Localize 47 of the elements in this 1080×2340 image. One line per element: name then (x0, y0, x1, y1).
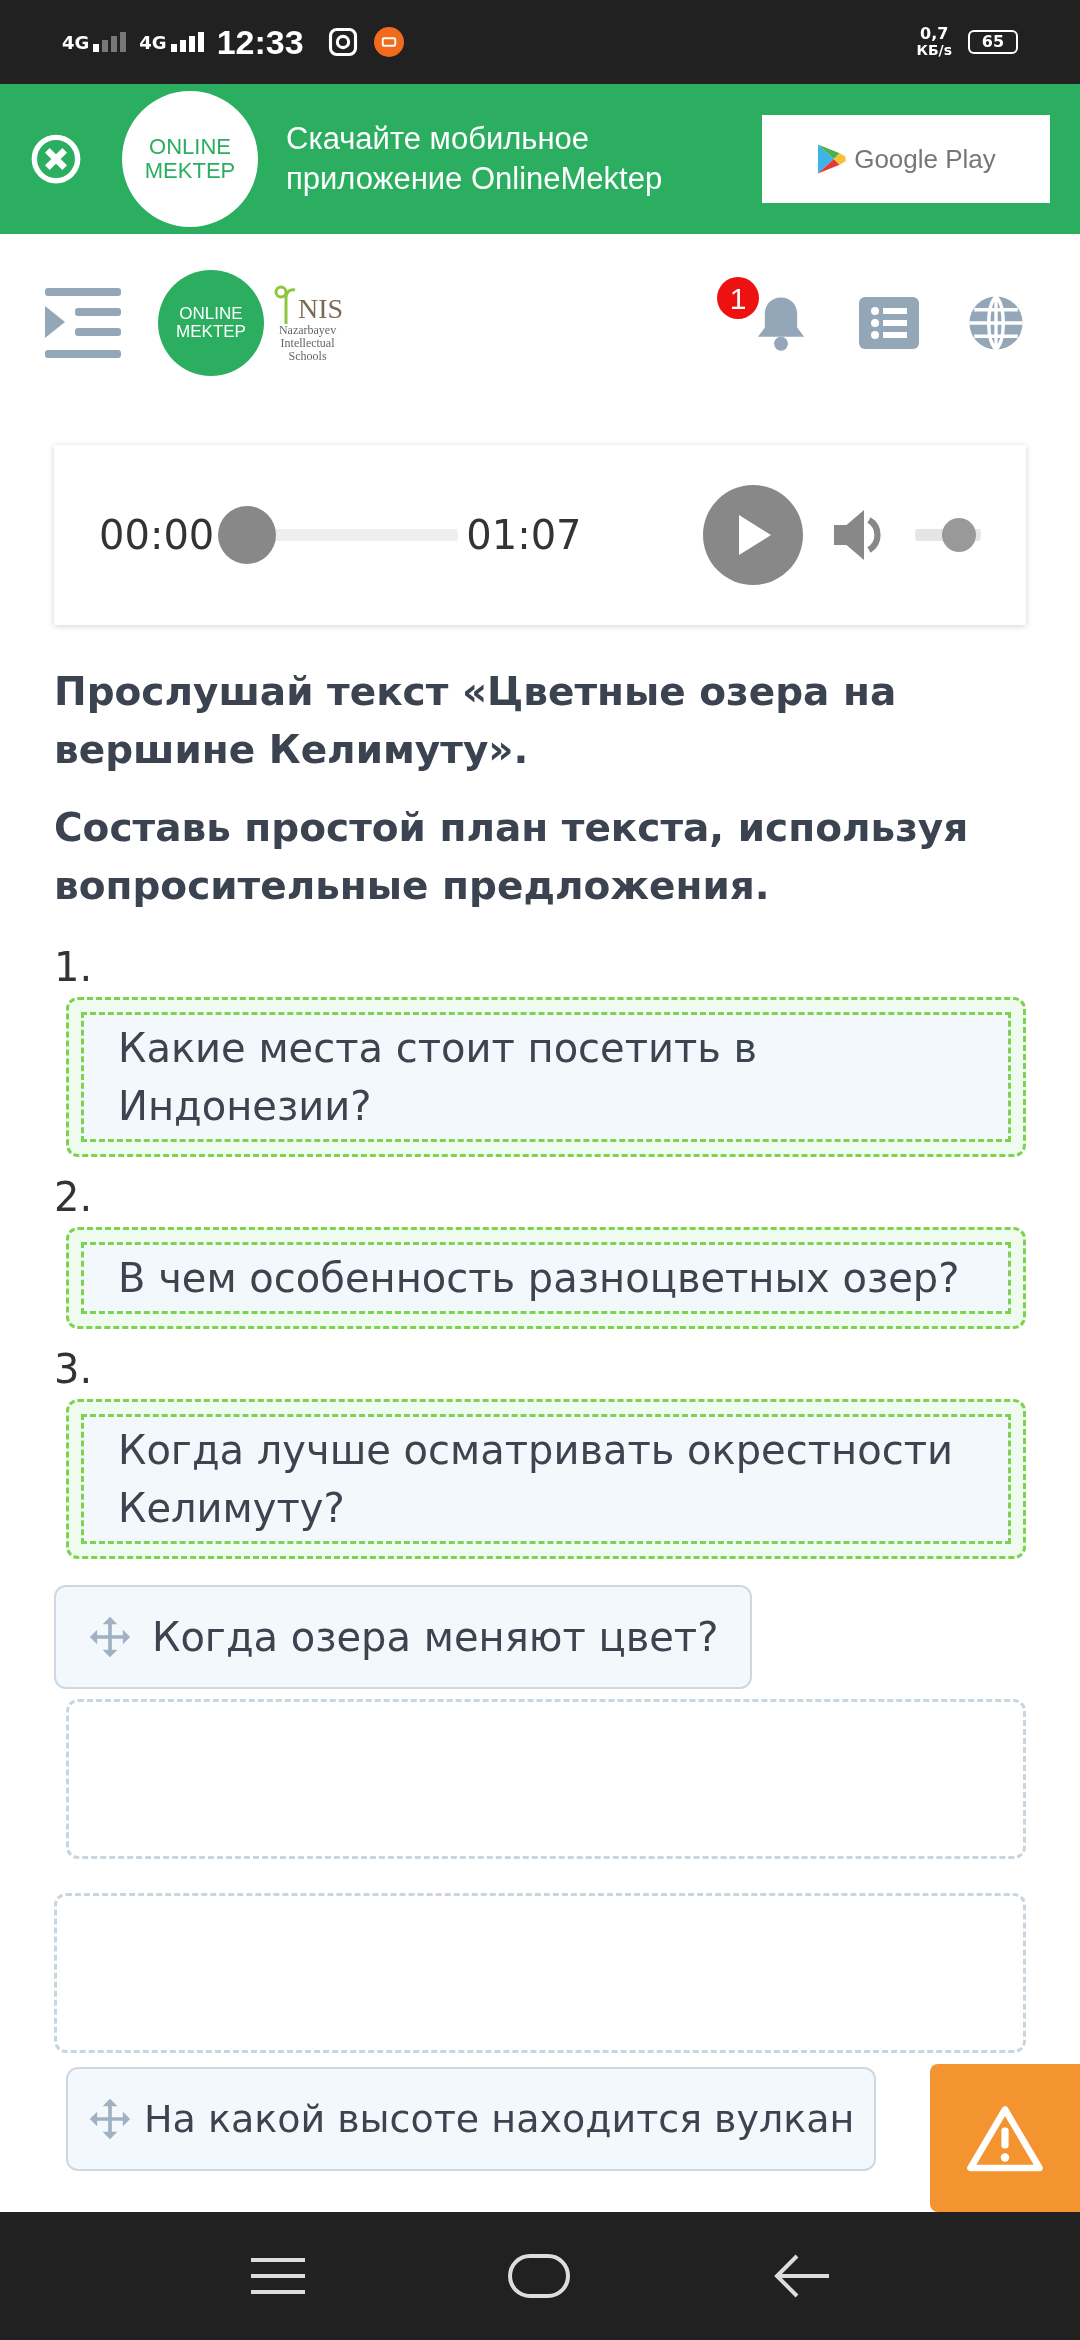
answer-card[interactable]: Когда лучше осматривать окрестности Келимуту? (81, 1414, 1011, 1544)
draggable-option[interactable]: Когда озера меняют цвет? (54, 1585, 753, 1689)
signal-icon (170, 32, 205, 52)
store-button[interactable]: Google Play (762, 115, 1050, 203)
back-icon[interactable] (772, 2253, 829, 2299)
close-icon[interactable] (30, 133, 82, 185)
instruction-text: Составь простой план текста, используя вопросительные предложения. (54, 804, 970, 910)
progress-thumb[interactable] (218, 506, 277, 564)
list-icon[interactable] (859, 297, 919, 349)
answer-number: 2. (54, 1173, 94, 1222)
warning-icon (966, 2103, 1044, 2173)
banner-text: Скачайте мобильное приложение OnlineMektep (286, 120, 664, 198)
drop-zone[interactable] (54, 1893, 1026, 2053)
camera-icon (327, 27, 358, 57)
draggable-option[interactable]: На какой высоте находится вулкан (66, 2067, 877, 2171)
answer-card[interactable]: Какие места стоит посетить в Индонезии? (81, 1012, 1011, 1142)
menu-icon[interactable] (251, 2256, 306, 2296)
drop-zone[interactable] (66, 1699, 1026, 1859)
answer-number: 1. (54, 943, 94, 992)
answer-card[interactable]: В чем особенность разноцветных озер? (81, 1242, 1011, 1314)
report-button[interactable] (930, 2064, 1080, 2212)
play-icon (816, 143, 847, 175)
logo: ONLINE MEKTEP (158, 270, 264, 376)
network-label: 4G (139, 30, 167, 55)
sprout-icon (272, 283, 298, 324)
answer-number: 3. (54, 1345, 94, 1394)
notification-badge: 1 (717, 277, 759, 319)
logo-caption: Intellectual (280, 336, 335, 350)
volume-thumb[interactable] (942, 518, 977, 552)
logo-caption: Nazarbayev (278, 323, 337, 337)
signal-icon (93, 32, 128, 52)
duration: 01:07 (466, 511, 582, 560)
home-icon[interactable] (508, 2254, 570, 2298)
move-icon (88, 1615, 132, 1659)
current-time: 00:00 (99, 511, 215, 560)
globe-icon[interactable] (967, 294, 1025, 352)
move-icon (88, 2097, 132, 2141)
speed-unit: КБ/s (916, 42, 952, 58)
logo-caption: Schools (288, 349, 327, 363)
network-label: 4G (62, 30, 90, 55)
instruction-text: Прослушай текст «Цветные озера на вершине Келимуту». (54, 668, 898, 774)
clock: 12:33 (216, 21, 304, 63)
nis-logo: NIS (298, 293, 344, 324)
logo: ONLINE MEKTEP (122, 91, 258, 227)
battery-indicator: 65 (968, 30, 1018, 54)
app-icon (373, 27, 404, 57)
speed-value: 0,7 (920, 26, 949, 42)
